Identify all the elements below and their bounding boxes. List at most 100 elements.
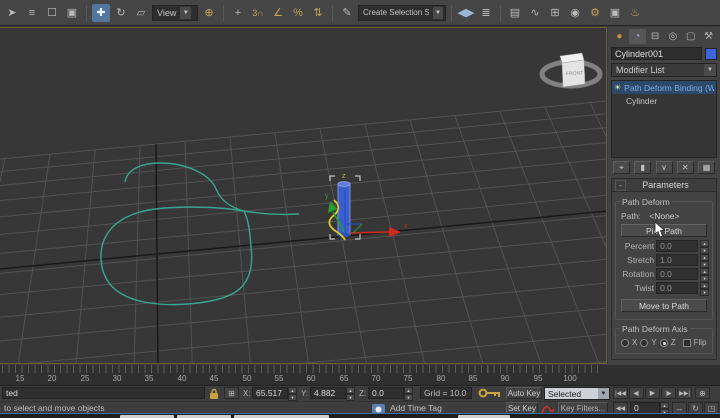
viewcube-front-label: FRONT xyxy=(566,70,584,77)
stretch-field[interactable]: 1.0 xyxy=(656,254,699,266)
flip-checkbox[interactable] xyxy=(682,338,691,347)
angle-snap-icon[interactable]: ∠ xyxy=(269,4,287,22)
axis-z-radio[interactable] xyxy=(659,338,668,347)
z-coord-spinner[interactable]: ▲ ▼ xyxy=(404,387,413,401)
twist-field[interactable]: 0.0 xyxy=(656,282,699,294)
path-spline[interactable] xyxy=(100,162,300,306)
auto-key-button[interactable]: Auto Key xyxy=(506,387,542,399)
modify-tab-icon[interactable]: ◔ xyxy=(628,29,646,44)
layer-manager-icon[interactable]: ▤ xyxy=(506,4,524,22)
x-coord-spinner[interactable]: ▲ ▼ xyxy=(288,387,297,401)
key-selection-dropdown[interactable]: Selected ▼ xyxy=(544,387,610,400)
prompt-bar: to select and move objects Add Time Tag … xyxy=(0,401,720,416)
percent-field[interactable]: 0.0 xyxy=(656,240,699,252)
axis-y-radio[interactable] xyxy=(640,338,649,347)
play-button[interactable]: ▶ xyxy=(645,387,660,399)
timeline-tick-label: 80 xyxy=(436,374,446,383)
stack-item-path-deform[interactable]: ☀ Path Deform Binding (WS xyxy=(612,81,716,94)
move-to-path-button[interactable]: Move to Path xyxy=(621,299,707,312)
render-icon[interactable]: ♨ xyxy=(626,4,644,22)
show-end-result-icon[interactable]: ▮ xyxy=(634,161,652,174)
object-color-swatch[interactable] xyxy=(705,47,717,60)
create-tab-icon[interactable]: ● xyxy=(611,29,628,44)
goto-start-button[interactable]: |◀◀ xyxy=(613,387,628,399)
rotation-spinner[interactable]: ▲ ▼ xyxy=(700,268,709,282)
viewcube[interactable]: FRONT xyxy=(538,44,606,96)
axis-x-radio[interactable] xyxy=(621,338,629,347)
next-frame-button[interactable]: |▶ xyxy=(661,387,676,399)
use-pivot-center-icon[interactable]: ⊕ xyxy=(200,4,218,22)
timeline-tick-label: 90 xyxy=(500,374,510,383)
percent-spinner[interactable]: ▲ ▼ xyxy=(700,240,709,254)
graph-editors-icon[interactable]: ∿ xyxy=(526,4,544,22)
modifier-list-dropdown[interactable]: Modifier List ▼ xyxy=(611,63,717,77)
schematic-view-icon[interactable]: ⊞ xyxy=(546,4,564,22)
rendered-frame-window-icon[interactable]: ▣ xyxy=(606,4,624,22)
timeline-tick-label: 35 xyxy=(144,374,154,383)
add-time-tag-label[interactable]: Add Time Tag xyxy=(390,403,442,413)
cylinder-object[interactable] xyxy=(337,181,351,238)
goto-end-button[interactable]: ▶▶| xyxy=(677,387,692,399)
pin-stack-icon[interactable]: ⌖ xyxy=(613,161,630,174)
collapse-icon[interactable]: - xyxy=(615,179,626,191)
timeline-tick-label: 45 xyxy=(209,374,219,383)
material-editor-icon[interactable]: ◉ xyxy=(566,4,584,22)
timeline-tick-label: 65 xyxy=(339,374,349,383)
rotation-field[interactable]: 0.0 xyxy=(656,268,699,280)
percent-snap-icon[interactable]: % xyxy=(289,4,307,22)
twist-spinner[interactable]: ▲ ▼ xyxy=(700,282,709,296)
z-coord-label: Z: xyxy=(359,389,367,398)
named-selection-set-dropdown[interactable]: Create Selection Se ▼ xyxy=(358,4,446,21)
parameters-rollout-header[interactable]: - Parameters xyxy=(612,179,716,192)
align-icon[interactable]: ≣ xyxy=(477,4,495,22)
modifier-onoff-bulb-icon[interactable]: ☀ xyxy=(614,83,621,92)
previous-frame-button[interactable]: ◀| xyxy=(629,387,644,399)
window-crossing-icon[interactable]: ▣ xyxy=(63,4,81,22)
chevron-down-icon: ▼ xyxy=(432,6,443,19)
stretch-spinner[interactable]: ▲ ▼ xyxy=(700,254,709,268)
configure-modifier-sets-icon[interactable]: ▦ xyxy=(698,161,715,174)
path-deform-axis-group: Path Deform Axis X Y Z Flip xyxy=(615,324,713,354)
render-setup-icon[interactable]: ⚙ xyxy=(586,4,604,22)
object-name-field[interactable]: Cylinder001 xyxy=(611,47,702,60)
x-coord-field[interactable]: 65.517 xyxy=(252,387,288,399)
timeline-tick-label: 50 xyxy=(242,374,252,383)
select-scale-icon[interactable]: ▱ xyxy=(132,4,150,22)
reference-coordsys-dropdown[interactable]: View ▼ xyxy=(152,4,198,21)
hierarchy-tab-icon[interactable]: ⊟ xyxy=(647,29,664,44)
y-coord-field[interactable]: 4.882 xyxy=(310,387,346,399)
select-move-icon[interactable]: ✚ xyxy=(92,3,110,22)
display-tab-icon[interactable]: ▢ xyxy=(682,29,699,44)
absolute-offset-toggle-icon[interactable]: ⊞ xyxy=(224,387,239,399)
stack-item-label: Cylinder xyxy=(626,95,658,106)
axis-y-label: Y xyxy=(651,338,657,347)
select-rotate-icon[interactable]: ↻ xyxy=(112,4,130,22)
axis-x-label: X xyxy=(632,338,638,347)
perspective-viewport[interactable]: x y z FRONT xyxy=(0,27,607,364)
timeline-tick-label: 60 xyxy=(306,374,316,383)
z-coord-field[interactable]: 0.0 xyxy=(368,387,404,399)
select-by-name-icon[interactable]: ≡ xyxy=(23,4,41,22)
rect-selection-region-icon[interactable]: ☐ xyxy=(43,4,61,22)
motion-tab-icon[interactable]: ◎ xyxy=(664,29,681,44)
spinner-snap-icon[interactable]: ⇅ xyxy=(309,4,327,22)
stack-item-cylinder[interactable]: Cylinder xyxy=(612,94,716,107)
rollout-title: Parameters xyxy=(642,180,689,190)
utilities-tab-icon[interactable]: ⚒ xyxy=(700,29,717,44)
stretch-label: Stretch xyxy=(627,255,655,265)
select-object-icon[interactable]: ➤ xyxy=(3,4,21,22)
mirror-icon[interactable]: ◀▶ xyxy=(457,4,475,22)
status-bar: ted ⊞ X: 65.517 ▲ ▼ Y: 4.882 ▲ ▼ Z: 0.0 ▲ ▼… xyxy=(0,386,720,401)
remove-modifier-icon[interactable]: ✕ xyxy=(676,161,694,174)
timeline-tick-label: 30 xyxy=(112,374,122,383)
timeline-ticks xyxy=(2,365,600,373)
mouse-cursor xyxy=(654,221,666,238)
edit-named-selections-icon[interactable]: ✎ xyxy=(338,4,356,22)
snaps-toggle-icon[interactable]: 3∩ xyxy=(249,4,267,22)
select-manipulate-icon[interactable]: + xyxy=(229,4,247,22)
group-title: Path Deform xyxy=(620,197,672,207)
make-unique-icon[interactable]: ∨ xyxy=(655,161,673,174)
timeline-ruler[interactable]: 15 20 25 30 35 40 45 50 55 60 65 70 75 8… xyxy=(0,365,720,386)
zoom-icon[interactable]: ⊕ xyxy=(695,387,710,399)
y-coord-spinner[interactable]: ▲ ▼ xyxy=(346,387,355,401)
